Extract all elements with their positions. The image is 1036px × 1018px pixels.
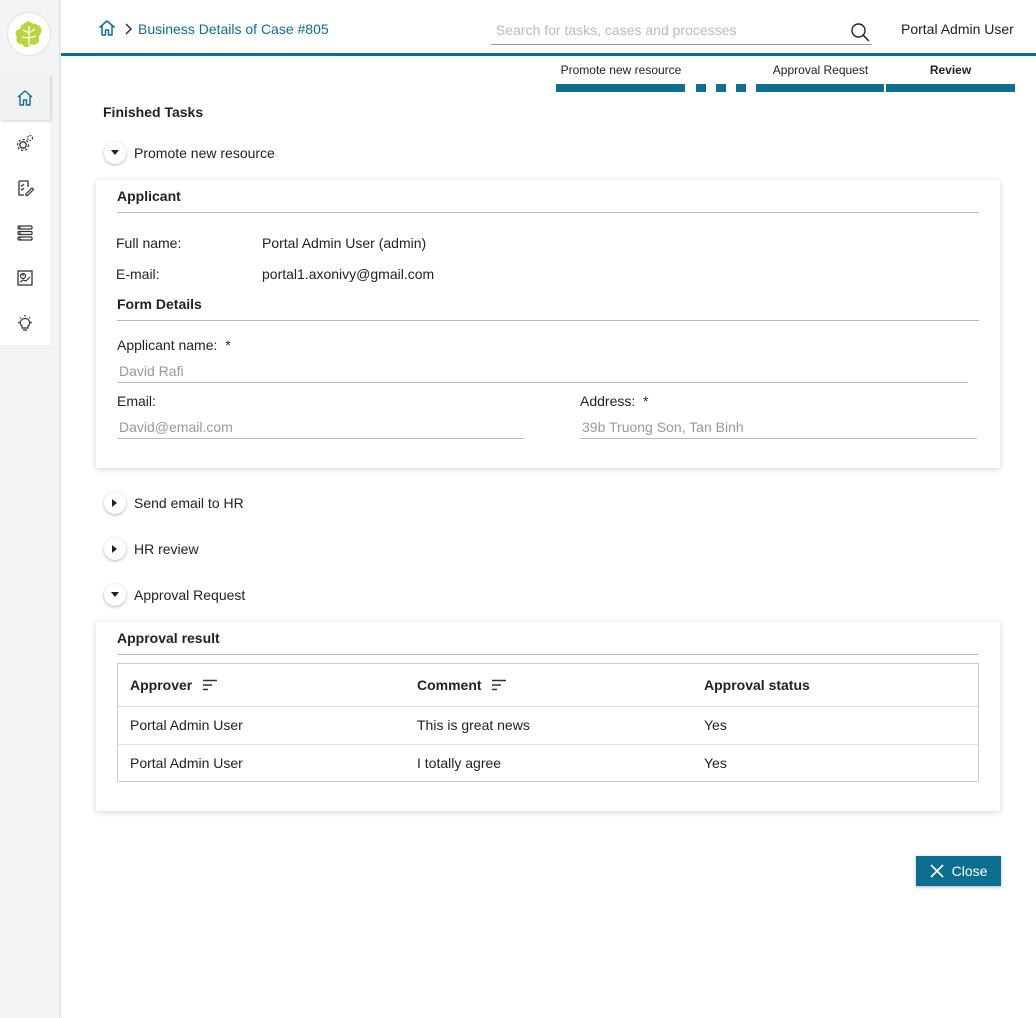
table-row: Portal Admin User This is great news Yes [118, 706, 978, 745]
approval-card: Approval result Approver Comment Approva… [96, 622, 1000, 811]
cell-status: Yes [704, 755, 727, 772]
caret-down-icon[interactable] [104, 584, 126, 606]
axon-ivy-logo[interactable] [8, 13, 50, 55]
lightbulb-icon [18, 314, 32, 331]
column-header-approval-status: Approval status [692, 664, 978, 707]
sidebar-item-statistics[interactable] [0, 255, 50, 300]
step-label-promote: Promote new resource [560, 63, 682, 77]
gears-icon [16, 134, 34, 151]
sidebar [0, 0, 60, 1018]
cell-status: Yes [692, 706, 978, 745]
breadcrumb-current[interactable]: Business Details of Case #805 [138, 21, 329, 37]
task-toggle-send-email[interactable]: Send email to HR [104, 492, 244, 514]
form-details-title: Form Details [117, 296, 979, 321]
table-header-row: Approver Comment Approval status [118, 664, 978, 707]
step-bar-dot-2 [716, 84, 726, 92]
email-field [117, 417, 524, 439]
caret-right-icon[interactable] [104, 492, 126, 514]
cell-approver: Portal Admin User [130, 755, 243, 772]
close-icon [930, 864, 944, 878]
step-bar-review [886, 84, 1015, 92]
sidebar-item-cases[interactable] [0, 210, 50, 255]
full-name-value: Portal Admin User (admin) [262, 235, 427, 251]
sidebar-item-processes[interactable] [0, 120, 50, 165]
sort-icon[interactable] [202, 679, 218, 691]
address-label: Address: * [580, 393, 649, 409]
sort-icon[interactable] [491, 679, 507, 691]
task-toggle-promote[interactable]: Promote new resource [104, 142, 275, 164]
top-bar: Business Details of Case #805 Portal Adm… [61, 0, 1036, 56]
full-name-label: Full name: [116, 235, 182, 251]
address-field [580, 417, 977, 439]
email-label: E-mail: [116, 266, 160, 282]
table-row: Portal Admin User I totally agree Yes [118, 744, 978, 782]
step-label-approval: Approval Request [772, 63, 869, 77]
task-list-edit-icon [18, 179, 35, 196]
column-header-comment[interactable]: Comment [405, 664, 692, 707]
cell-comment: This is great news [405, 706, 692, 745]
caret-down-icon[interactable] [104, 142, 126, 164]
cell-comment: I totally agree [417, 755, 502, 772]
column-header-approver[interactable]: Approver [118, 664, 405, 707]
task-toggle-hr-review[interactable]: HR review [104, 538, 199, 560]
step-label-review: Review [929, 63, 972, 77]
step-bar-dot-3 [736, 84, 746, 92]
email-input[interactable] [117, 417, 524, 437]
step-bar-dot-1 [696, 84, 706, 92]
sidebar-item-tasks[interactable] [0, 165, 50, 210]
list-icon [17, 224, 33, 241]
applicant-title: Applicant [117, 188, 979, 213]
statistics-icon [17, 269, 33, 286]
global-search [491, 18, 872, 45]
search-icon[interactable] [850, 22, 870, 45]
applicant-name-field [117, 361, 968, 383]
email-value: portal1.axonivy@gmail.com [262, 266, 435, 282]
close-button[interactable]: Close [916, 856, 1001, 886]
applicant-name-label: Applicant name: * [117, 337, 231, 353]
ivy-leaf-icon [15, 21, 42, 47]
cell-approver: Portal Admin User [118, 706, 405, 745]
email-field-label: Email: [117, 393, 156, 409]
breadcrumb-home-icon[interactable] [97, 18, 117, 41]
sidebar-item-home[interactable] [0, 75, 50, 120]
approval-result-title: Approval result [117, 630, 979, 655]
applicant-name-input[interactable] [117, 361, 968, 381]
search-input[interactable] [491, 18, 831, 42]
sidebar-item-ideas[interactable] [0, 300, 50, 345]
approval-table: Approver Comment Approval status Portal … [117, 663, 979, 782]
task-toggle-approval-request[interactable]: Approval Request [104, 584, 245, 606]
finished-tasks-title: Finished Tasks [103, 104, 204, 120]
step-bar-promote [556, 84, 685, 92]
sidebar-nav [0, 75, 50, 345]
home-icon [17, 89, 33, 106]
user-menu[interactable]: Portal Admin User [901, 21, 1014, 37]
chevron-right-icon [123, 22, 133, 38]
caret-right-icon[interactable] [104, 538, 126, 560]
task-label: Approval Request [134, 587, 246, 603]
task-label: HR review [134, 541, 199, 557]
task-label: Promote new resource [134, 145, 275, 161]
applicant-card: Applicant Full name: Portal Admin User (… [96, 180, 1000, 468]
step-bar-approval [756, 84, 884, 92]
address-input[interactable] [580, 417, 977, 437]
task-label: Send email to HR [134, 495, 244, 511]
